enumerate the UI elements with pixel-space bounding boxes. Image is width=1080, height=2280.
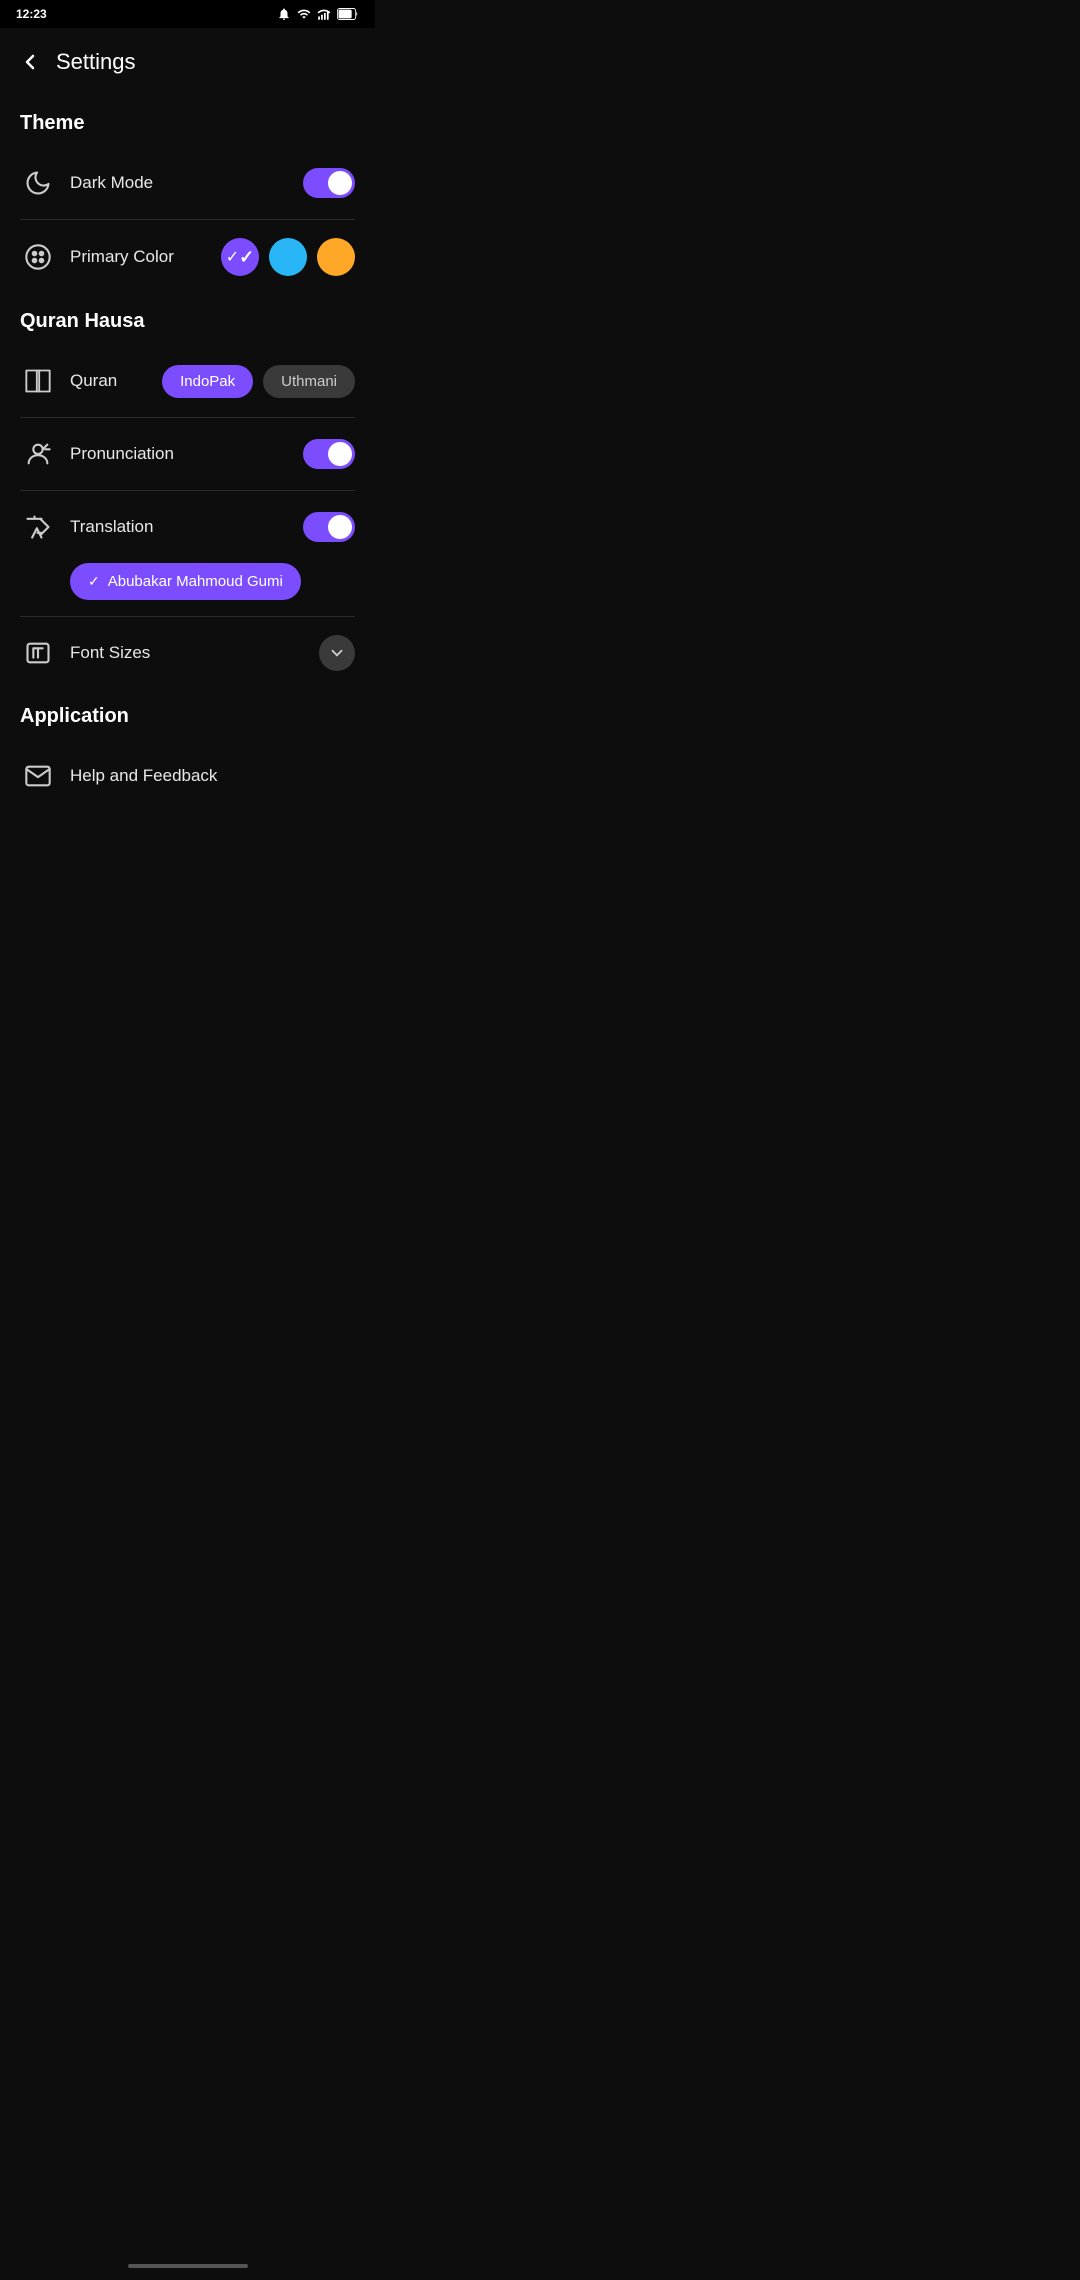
check-icon: ✓	[88, 573, 100, 590]
help-feedback-row[interactable]: Help and Feedback	[0, 740, 375, 812]
translation-label: Translation	[70, 517, 303, 537]
primary-color-label: Primary Color	[70, 247, 221, 267]
moon-icon	[24, 169, 52, 197]
translation-row[interactable]: Translation	[0, 491, 375, 563]
quran-hausa-section: Quran Hausa Quran IndoPak Uthmani	[0, 294, 375, 689]
application-section: Application Help and Feedback	[0, 689, 375, 812]
pronunciation-label: Pronunciation	[70, 444, 303, 464]
quran-row[interactable]: Quran IndoPak Uthmani	[0, 345, 375, 417]
theme-section: Theme Dark Mode	[0, 96, 375, 294]
font-sizes-row[interactable]: Font Sizes	[0, 617, 375, 689]
spacer	[0, 812, 375, 2256]
pronunciation-row[interactable]: Pronunciation	[0, 418, 375, 490]
page-wrapper: 12:23 Settings Theme Dark Mode	[0, 0, 375, 2280]
quran-hausa-label: Quran Hausa	[0, 294, 375, 345]
battery-icon	[337, 7, 359, 21]
help-feedback-label: Help and Feedback	[70, 766, 355, 786]
dark-mode-knob	[328, 171, 352, 195]
primary-color-row[interactable]: Primary Color ✓	[0, 220, 375, 294]
uthmani-button[interactable]: Uthmani	[263, 365, 355, 398]
translation-toggle[interactable]	[303, 512, 355, 542]
translation-chip-label: Abubakar Mahmoud Gumi	[108, 573, 283, 590]
wifi-icon	[297, 7, 311, 21]
status-icons	[277, 7, 359, 21]
quran-label: Quran	[70, 371, 162, 391]
quran-icon-wrap	[20, 363, 56, 399]
dark-mode-icon-wrap	[20, 165, 56, 201]
pronunciation-icon	[24, 440, 52, 468]
color-blue[interactable]	[269, 238, 307, 276]
application-section-label: Application	[0, 689, 375, 740]
theme-section-label: Theme	[0, 96, 375, 147]
pronunciation-knob	[328, 442, 352, 466]
back-button[interactable]	[12, 44, 48, 80]
palette-icon	[24, 243, 52, 271]
pronunciation-toggle[interactable]	[303, 439, 355, 469]
translation-selector-row: ✓ Abubakar Mahmoud Gumi	[0, 563, 375, 616]
dark-mode-toggle[interactable]	[303, 168, 355, 198]
status-bar: 12:23	[0, 0, 375, 28]
font-sizes-icon-wrap	[20, 635, 56, 671]
script-options: IndoPak Uthmani	[162, 365, 355, 398]
dark-mode-row[interactable]: Dark Mode	[0, 147, 375, 219]
font-sizes-dropdown-icon[interactable]	[319, 635, 355, 671]
font-sizes-label: Font Sizes	[70, 643, 319, 663]
color-purple[interactable]: ✓	[221, 238, 259, 276]
back-arrow-icon	[18, 50, 42, 74]
translation-icon-wrap	[20, 509, 56, 545]
header: Settings	[0, 28, 375, 96]
color-orange[interactable]	[317, 238, 355, 276]
page-title: Settings	[56, 49, 136, 75]
pronunciation-icon-wrap	[20, 436, 56, 472]
translation-chip[interactable]: ✓ Abubakar Mahmoud Gumi	[70, 563, 301, 600]
notification-icon	[277, 7, 291, 21]
home-indicator	[0, 2256, 375, 2280]
translation-icon	[24, 513, 52, 541]
email-icon	[24, 762, 52, 790]
status-time: 12:23	[16, 7, 47, 21]
book-open-icon	[24, 367, 52, 395]
help-feedback-icon-wrap	[20, 758, 56, 794]
color-options: ✓	[221, 238, 355, 276]
primary-color-icon-wrap	[20, 239, 56, 275]
chevron-down-icon	[328, 644, 346, 662]
font-size-icon	[24, 639, 52, 667]
home-bar	[128, 2264, 248, 2268]
dark-mode-label: Dark Mode	[70, 173, 303, 193]
translation-knob	[328, 515, 352, 539]
signal-icon	[317, 7, 331, 21]
indopak-button[interactable]: IndoPak	[162, 365, 253, 398]
